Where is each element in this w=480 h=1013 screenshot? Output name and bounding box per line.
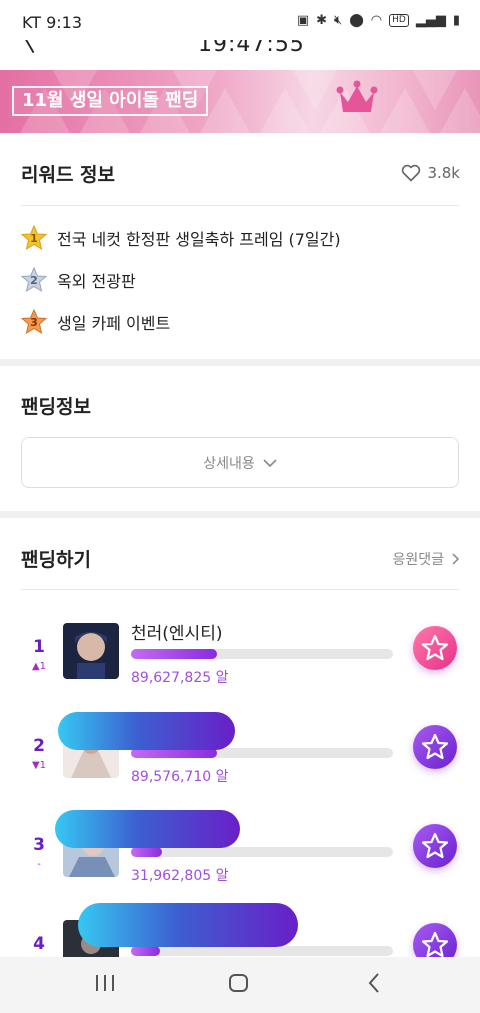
battery-icon: ▮ — [452, 13, 460, 28]
cheer-comments-link[interactable]: 응원댓글 — [392, 549, 460, 569]
wifi-icon: ◠ — [370, 13, 383, 28]
recent-apps-icon[interactable] — [94, 971, 116, 995]
reward-item: 3 생일 카페 이벤트 — [21, 309, 170, 335]
list-item[interactable]: 1 ▲1 천러(엔시티) 89,627,825 알 — [0, 623, 480, 713]
progress-fill — [131, 847, 163, 857]
home-icon[interactable] — [228, 971, 250, 995]
progress-fill — [131, 946, 160, 956]
funding-amount: 89,627,825 알 — [131, 670, 229, 686]
divider — [21, 205, 459, 206]
banner-title: 11월 생일 아이돌 팬딩 — [12, 86, 209, 116]
funding-amount: 89,576,710 알 — [131, 769, 229, 785]
chevron-right-icon — [452, 553, 460, 565]
rank-change: ▲1 — [31, 661, 47, 672]
star-vote-icon — [421, 634, 449, 661]
vote-button[interactable] — [413, 725, 457, 769]
section-separator — [0, 359, 480, 366]
back-icon[interactable] — [364, 971, 386, 995]
funding-heading: 팬딩하기 — [21, 549, 91, 571]
reward-label: 전국 네컷 한정판 생일축하 프레임 (7일간) — [57, 230, 341, 249]
like-count: 3.8k — [427, 164, 460, 182]
status-icons: ▣ ✱ 🔇︎ ⬤ ◠ HD ▂▄▆ ▮ — [297, 13, 460, 28]
nfc-icon: ▣ — [296, 13, 310, 28]
chevron-down-icon — [263, 458, 277, 467]
top-bar: | 19:47:55 — [0, 36, 480, 70]
vote-button[interactable] — [413, 824, 457, 868]
star-vote-icon — [421, 931, 449, 958]
like-button[interactable]: 3.8k — [401, 164, 460, 182]
status-carrier-time: KT 9:13 — [22, 13, 83, 32]
funding-info-heading: 팬딩정보 — [21, 396, 91, 418]
reward-item: 2 옥외 전광판 — [21, 267, 136, 293]
rank-number: 3 — [33, 835, 45, 855]
event-banner: 11월 생일 아이돌 팬딩 — [0, 70, 480, 133]
reward-heading: 리워드 정보 — [21, 164, 116, 186]
reward-label: 옥외 전광판 — [57, 272, 136, 291]
reward-item: 1 전국 네컷 한정판 생일축하 프레임 (7일간) — [21, 225, 341, 251]
progress-fill — [131, 649, 218, 659]
reward-label: 생일 카페 이벤트 — [57, 314, 171, 333]
rank-change: ▼1 — [31, 760, 47, 771]
idol-photo — [63, 623, 119, 679]
star-vote-icon — [421, 832, 449, 859]
rank-number: 4 — [33, 934, 45, 954]
gold-star-icon: 1 — [21, 225, 47, 251]
location-icon: ⬤ — [349, 13, 364, 28]
redaction-overlay — [58, 712, 235, 750]
funding-amount: 31,962,805 알 — [131, 868, 229, 884]
detail-button-label: 상세내용 — [203, 455, 255, 472]
detail-button[interactable]: 상세내용 — [21, 437, 459, 488]
status-bar: KT 9:13 ▣ ✱ 🔇︎ ⬤ ◠ HD ▂▄▆ ▮ — [0, 0, 480, 40]
idol-name: 천러(엔시티) — [131, 624, 223, 644]
progress-bar — [131, 847, 393, 857]
progress-bar — [131, 649, 393, 659]
section-separator — [0, 511, 480, 518]
progress-bar — [131, 946, 393, 956]
rank-number: 1 — [33, 637, 45, 657]
heart-icon — [402, 164, 421, 182]
rank-change: - — [37, 859, 41, 870]
cheer-comments-label: 응원댓글 — [392, 552, 444, 568]
crown-icon — [336, 80, 378, 112]
mute-icon: 🔇︎ — [334, 13, 343, 28]
hd-voice-icon: HD — [389, 14, 409, 27]
bluetooth-icon: ✱ — [316, 13, 328, 28]
bronze-star-icon: 3 — [21, 309, 47, 335]
silver-star-icon: 2 — [21, 267, 47, 293]
redaction-overlay — [78, 903, 298, 947]
signal-icon: ▂▄▆ — [415, 13, 446, 28]
vote-button[interactable] — [413, 626, 457, 670]
rank-number: 2 — [33, 736, 45, 756]
system-nav-bar — [0, 957, 480, 1013]
redaction-overlay — [55, 810, 240, 848]
divider — [21, 589, 459, 590]
star-vote-icon — [421, 733, 449, 760]
